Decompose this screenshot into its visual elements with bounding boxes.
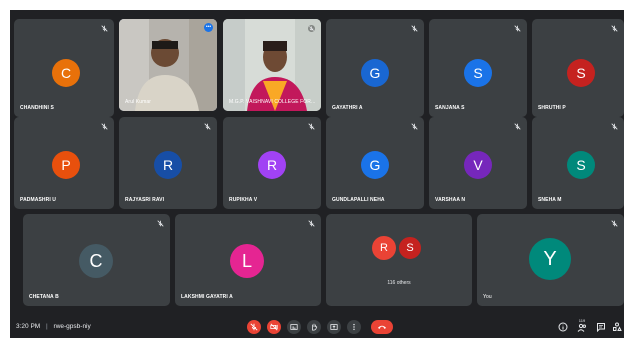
participant-tile-shruthi[interactable]: S SHRUTHI P xyxy=(532,19,624,117)
mic-toggle-button[interactable] xyxy=(247,320,261,334)
participant-name: RUPIKHA V xyxy=(229,197,258,203)
more-options-icon[interactable]: ••• xyxy=(204,23,213,32)
avatar: S xyxy=(567,59,595,87)
participant-name: GUNDLAPALLI NEHA xyxy=(332,197,385,203)
activities-icon[interactable] xyxy=(612,322,622,332)
participant-tile-rupikha[interactable]: R RUPIKHA V xyxy=(223,117,321,209)
participant-name: VARSHAA N xyxy=(435,197,466,203)
participant-name: CHANDHINI S xyxy=(20,105,54,111)
camera-toggle-button[interactable] xyxy=(267,320,281,334)
participant-tile-sanjana[interactable]: S SANJANA S xyxy=(429,19,527,117)
mic-off-icon xyxy=(611,220,618,227)
participant-name: SHRUTHI P xyxy=(538,105,566,111)
people-button[interactable]: 119 xyxy=(576,318,588,336)
raise-hand-icon xyxy=(312,323,318,331)
chat-icon[interactable] xyxy=(596,322,606,332)
participant-tile-varshaa[interactable]: V VARSHAA N xyxy=(429,117,527,209)
mic-off-icon xyxy=(411,123,418,130)
people-icon xyxy=(577,323,587,332)
meeting-code: rwe-gpsb-niy xyxy=(53,323,91,330)
participant-name: LAKSHMI GAYATRI A xyxy=(181,294,233,300)
participant-name: You xyxy=(483,294,492,300)
avatar: R xyxy=(258,151,286,179)
avatar: V xyxy=(464,151,492,179)
separator: | xyxy=(46,323,48,330)
participant-name: SNEHA M xyxy=(538,197,562,203)
participant-tile-arul-kumar[interactable]: Arul Kumar ••• xyxy=(119,19,217,111)
mic-off-icon xyxy=(308,25,315,32)
participant-name: RAJYASRI RAVI xyxy=(125,197,165,203)
others-count-label: 116 others xyxy=(387,280,411,286)
avatar: C xyxy=(52,59,80,87)
participant-tile-sneha[interactable]: S SNEHA M xyxy=(532,117,624,209)
mic-off-icon xyxy=(101,123,108,130)
avatar: Y xyxy=(529,238,571,280)
participant-tile-gayathri[interactable]: G GAYATHRI A xyxy=(326,19,424,117)
avatar: G xyxy=(361,59,389,87)
present-screen-icon xyxy=(330,324,338,330)
participant-tile-you[interactable]: Y You xyxy=(477,214,624,306)
mic-off-icon xyxy=(611,123,618,130)
mic-off-icon xyxy=(514,25,521,32)
avatar: S xyxy=(398,236,422,260)
meeting-time: 3:20 PM xyxy=(16,323,41,330)
more-options-button[interactable] xyxy=(347,320,361,334)
avatar: C xyxy=(79,244,113,278)
avatar: S xyxy=(567,151,595,179)
avatar: R xyxy=(372,236,396,260)
captions-icon xyxy=(290,324,298,330)
info-icon[interactable] xyxy=(558,322,568,332)
mic-off-icon xyxy=(514,123,521,130)
participant-tile-chetana[interactable]: C CHETANA B xyxy=(23,214,170,306)
participant-name: PADMASHRI U xyxy=(20,197,57,203)
participant-video xyxy=(223,19,321,111)
mic-off-icon xyxy=(611,25,618,32)
participant-name: SANJANA S xyxy=(435,105,465,111)
present-screen-button[interactable] xyxy=(327,320,341,334)
meeting-info: 3:20 PM | rwe-gpsb-niy xyxy=(16,323,91,330)
participant-name: Arul Kumar xyxy=(125,99,152,105)
participant-tile-padmashri[interactable]: P PADMASHRI U xyxy=(14,117,114,209)
mic-off-icon xyxy=(101,25,108,32)
participant-tile-lakshmi-gayatri[interactable]: L LAKSHMI GAYATRI A xyxy=(175,214,321,306)
avatar: G xyxy=(361,151,389,179)
participant-tile-mgp-vaishnavi[interactable]: M.G.P. VAISHNAVI COLLEGE FOR... xyxy=(223,19,321,111)
captions-button[interactable] xyxy=(287,320,301,334)
mic-off-icon xyxy=(157,220,164,227)
participant-name: M.G.P. VAISHNAVI COLLEGE FOR... xyxy=(229,99,316,105)
mic-off-icon xyxy=(411,25,418,32)
participant-name: GAYATHRI A xyxy=(332,105,363,111)
raise-hand-button[interactable] xyxy=(307,320,321,334)
control-bar: 3:20 PM | rwe-gpsb-niy 119 xyxy=(10,316,624,338)
mic-off-icon xyxy=(204,123,211,130)
more-options-icon xyxy=(353,323,355,331)
avatar: L xyxy=(230,244,264,278)
avatar: S xyxy=(464,59,492,87)
others-tile[interactable]: R S 116 others xyxy=(326,214,472,306)
mic-off-icon xyxy=(308,220,315,227)
mic-off-icon xyxy=(308,123,315,130)
participant-tile-gundlapalli-neha[interactable]: G GUNDLAPALLI NEHA xyxy=(326,117,424,209)
mic-off-icon xyxy=(250,323,258,331)
participant-video xyxy=(119,19,217,111)
camera-off-icon xyxy=(270,323,278,331)
participant-name: CHETANA B xyxy=(29,294,59,300)
participant-tile-chandhini[interactable]: C CHANDHINI S xyxy=(14,19,114,117)
meet-stage: C CHANDHINI S Arul Kumar ••• M.G.P. VAIS… xyxy=(10,10,624,338)
avatar: R xyxy=(154,151,182,179)
leave-call-button[interactable] xyxy=(371,320,393,334)
avatar: P xyxy=(52,151,80,179)
participant-tile-rajyasri[interactable]: R RAJYASRI RAVI xyxy=(119,117,217,209)
leave-call-icon xyxy=(378,325,386,329)
